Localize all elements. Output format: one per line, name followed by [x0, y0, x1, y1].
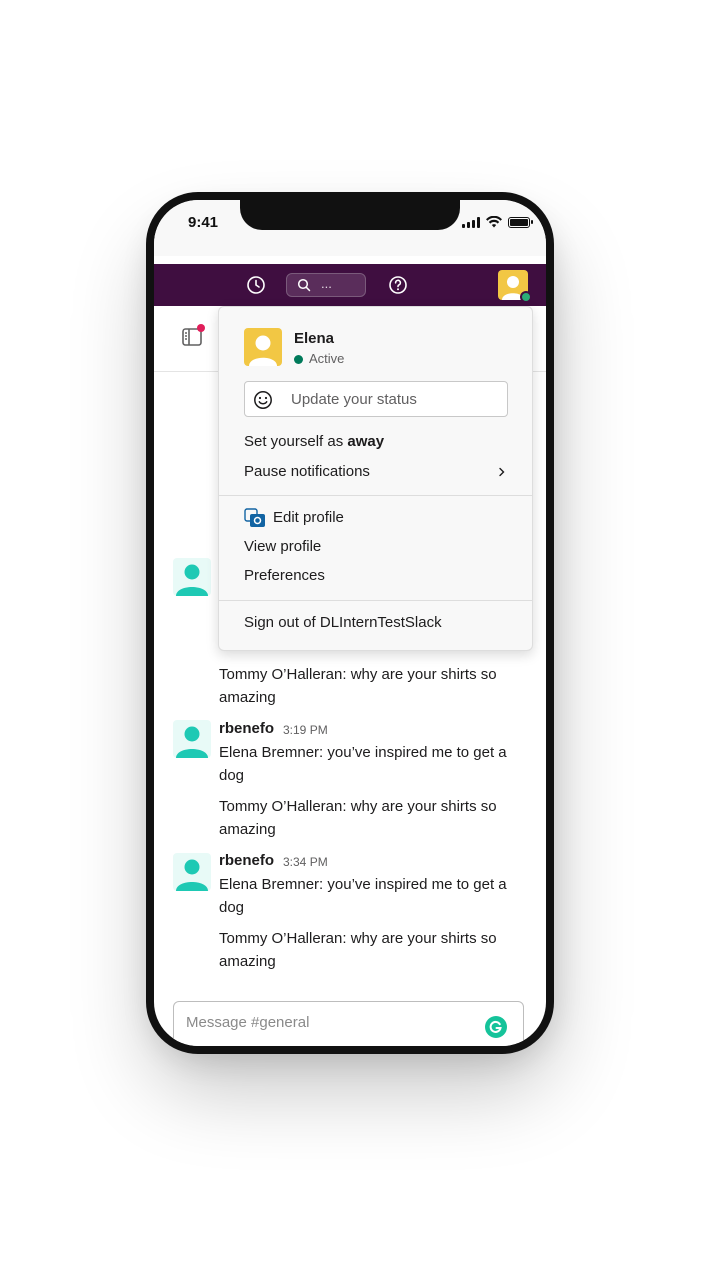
- avatar[interactable]: [173, 720, 211, 758]
- message-text: Tommy O’Halleran: why are your shirts so: [219, 930, 497, 947]
- set-away-prefix: Set yourself as: [244, 433, 348, 450]
- preferences-item[interactable]: Preferences: [244, 567, 325, 584]
- message-author[interactable]: rbenefo: [219, 852, 274, 869]
- chevron-right-icon: [499, 467, 505, 477]
- history-icon[interactable]: [246, 275, 266, 295]
- workspace-topbar: ...: [154, 264, 546, 306]
- search-icon: [297, 278, 311, 292]
- avatar: [173, 558, 211, 596]
- menu-divider: [219, 495, 532, 496]
- message-text: amazing: [219, 689, 276, 706]
- signal-icon: [462, 216, 480, 228]
- pause-notifications-item[interactable]: Pause notifications: [244, 463, 370, 480]
- battery-icon: [508, 216, 533, 228]
- grammarly-icon[interactable]: [485, 1016, 507, 1038]
- status-time: 9:41: [188, 214, 219, 231]
- menu-avatar: [244, 328, 282, 366]
- edit-profile-item[interactable]: Edit profile: [273, 509, 344, 526]
- message-text: Tommy O’Halleran: why are your shirts so: [219, 798, 497, 815]
- message-text: dog: [219, 899, 245, 916]
- update-status-input[interactable]: Update your status: [244, 381, 508, 417]
- notch: [240, 200, 460, 230]
- view-profile-item[interactable]: View profile: [244, 538, 321, 555]
- wifi-icon: [486, 216, 502, 228]
- smile-icon: [254, 391, 272, 409]
- message-composer[interactable]: Message #general: [173, 1001, 524, 1046]
- system-icons: [462, 216, 533, 228]
- avatar-icon: [249, 335, 277, 366]
- presence-label: Active: [309, 351, 345, 366]
- app-screen: 9:41 ... Tommy O’Halleran: why are your …: [154, 200, 546, 1046]
- menu-divider: [219, 600, 532, 601]
- message-text: amazing: [219, 953, 276, 970]
- search-placeholder: ...: [321, 276, 332, 291]
- status-bar: 9:41: [154, 200, 546, 256]
- set-away-item[interactable]: Set yourself as away: [244, 433, 384, 450]
- message-author[interactable]: rbenefo: [219, 720, 274, 737]
- message-text: amazing: [219, 821, 276, 838]
- phone-frame: 9:41 ... Tommy O’Halleran: why are your …: [146, 192, 554, 1054]
- message-text: dog: [219, 767, 245, 784]
- search-button[interactable]: ...: [286, 273, 366, 297]
- message-text: Tommy O’Halleran: why are your shirts so: [219, 666, 497, 683]
- message-timestamp: 3:34 PM: [283, 855, 328, 869]
- unread-badge: [197, 324, 205, 332]
- user-menu: Elena Active Update your status Set your…: [218, 306, 533, 651]
- message-text: Elena Bremner: you’ve inspired me to get…: [219, 876, 507, 893]
- presence-indicator: [520, 291, 532, 303]
- user-name: Elena: [294, 330, 335, 347]
- presence-dot: [294, 355, 303, 364]
- message-text: Elena Bremner: you’ve inspired me to get…: [219, 744, 507, 761]
- message-timestamp: 3:19 PM: [283, 723, 328, 737]
- camera-icon: [244, 508, 265, 527]
- avatar[interactable]: [173, 853, 211, 891]
- sign-out-item[interactable]: Sign out of DLInternTestSlack: [244, 614, 442, 631]
- composer-placeholder: Message #general: [186, 1014, 310, 1031]
- help-icon[interactable]: [388, 275, 408, 295]
- set-away-bold: away: [347, 433, 385, 450]
- status-placeholder: Update your status: [291, 391, 417, 408]
